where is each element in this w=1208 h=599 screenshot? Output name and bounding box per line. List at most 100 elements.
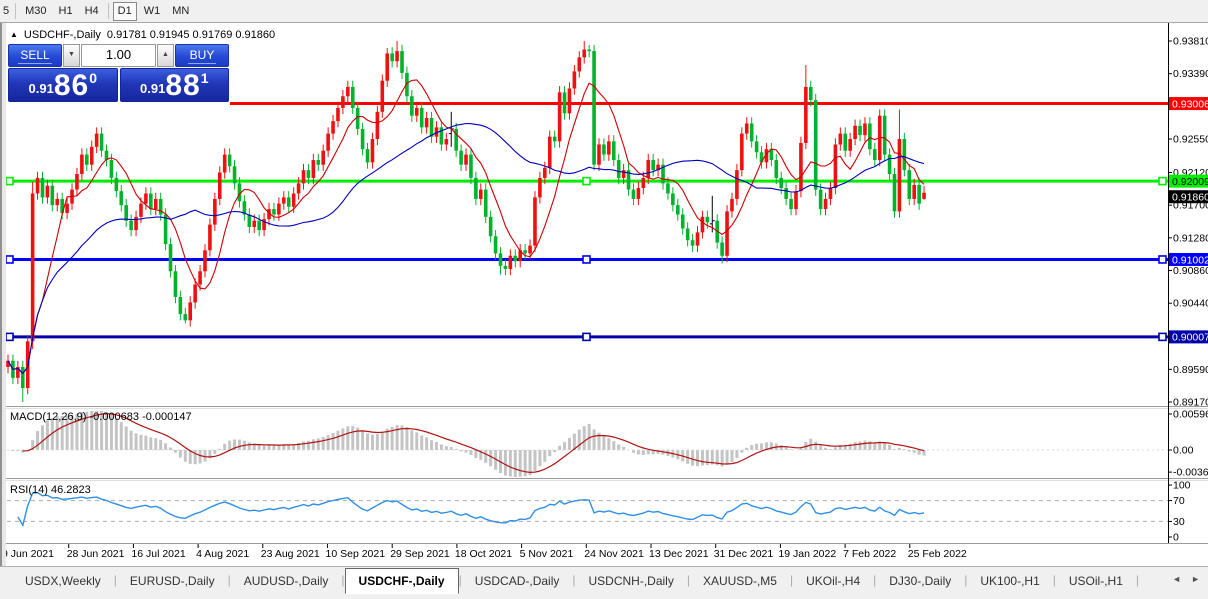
candle-body — [685, 228, 690, 241]
buy-price-display[interactable]: 0.91 88 1 — [119, 68, 229, 102]
tab-scroll-right-icon[interactable]: ► — [1191, 574, 1200, 584]
candle-body — [464, 154, 468, 165]
sell-button[interactable]: SELL — [8, 44, 62, 67]
candle-body — [483, 189, 488, 217]
timeframe-button-H4[interactable]: H4 — [80, 2, 104, 21]
candle-body — [562, 92, 567, 114]
candle-body — [818, 189, 823, 210]
line-handle[interactable] — [5, 255, 14, 264]
buy-button[interactable]: BUY — [175, 44, 229, 67]
level-badge-0.93006: 0.93006 — [1172, 98, 1208, 110]
chart-tab-eurusd-daily[interactable]: EURUSD-,Daily — [117, 569, 228, 593]
line-handle[interactable] — [5, 176, 14, 186]
candle-body — [331, 121, 335, 134]
candle-body — [917, 184, 921, 204]
rsi-indicator-label: RSI(14) 46.2823 — [10, 484, 91, 496]
chart-tab-usoil-h1[interactable]: USOil-,H1 — [1056, 569, 1136, 593]
chart-tab-xauusd-m5[interactable]: XAUUSD-,M5 — [690, 569, 790, 593]
candle-body — [808, 86, 813, 101]
candle-body — [479, 189, 483, 199]
chart-tab-ukoil-h4[interactable]: UKOil-,H4 — [793, 569, 873, 593]
candle-body — [543, 167, 547, 178]
price-tick-label: 0.90440 — [1173, 298, 1208, 310]
date-label: 19 Jan 2022 — [778, 548, 836, 560]
chart-tab-usdcad-daily[interactable]: USDCAD-,Daily — [462, 569, 573, 593]
candle-body — [513, 255, 518, 262]
price-tick-label: 0.89170 — [1173, 397, 1208, 409]
volume-increase-button[interactable]: ▲ — [157, 44, 174, 67]
timeframe-button-H1[interactable]: H1 — [54, 2, 78, 21]
level-badge-0.92009: 0.92009 — [1172, 176, 1208, 188]
price-tick-label: 0.93810 — [1173, 36, 1208, 48]
rsi-name: RSI(14) — [10, 484, 48, 496]
line-handle[interactable] — [1158, 332, 1167, 342]
candle-body — [538, 177, 542, 198]
candle-body — [336, 107, 340, 122]
candle-body — [843, 133, 848, 151]
candle-body — [666, 183, 670, 194]
collapse-icon[interactable]: ▲ — [10, 30, 18, 39]
date-label: 29 Sep 2021 — [390, 548, 450, 560]
chart-tab-uk100-h1[interactable]: UK100-,H1 — [967, 569, 1052, 593]
candle-body — [316, 160, 321, 165]
tab-scroll-left-icon[interactable]: ◄ — [1172, 574, 1181, 584]
candle-body — [429, 118, 434, 137]
date-label: 4 Aug 2021 — [196, 548, 249, 560]
candle-body — [853, 125, 857, 140]
candle-body — [346, 86, 350, 97]
line-handle[interactable] — [1158, 176, 1167, 186]
candle-body — [365, 149, 370, 163]
line-handle[interactable] — [5, 332, 14, 342]
candle-body — [395, 51, 399, 62]
price-chart[interactable]: 0.938100.933900.925500.921200.917000.912… — [0, 23, 1208, 599]
line-handle[interactable] — [582, 176, 591, 186]
date-label: 9 Jun 2021 — [2, 548, 54, 560]
candle-body — [272, 209, 276, 215]
macd-scale-label: -0.00366 — [1173, 467, 1208, 479]
candle-body — [291, 193, 296, 207]
candle-body — [173, 271, 178, 297]
candle-body — [109, 160, 114, 178]
candle-body — [153, 198, 158, 210]
volume-input[interactable]: 1.00 — [81, 44, 156, 67]
line-handle[interactable] — [582, 255, 591, 264]
price-tick-label: 0.90860 — [1173, 265, 1208, 277]
macd-scale-label: 0.005963 — [1173, 408, 1208, 420]
current-price-badge: 0.91860 — [1172, 192, 1208, 204]
chart-tab-usdcnh-daily[interactable]: USDCNH-,Daily — [576, 569, 687, 593]
date-label: 10 Sep 2021 — [326, 548, 386, 560]
candle-body — [833, 144, 838, 189]
candle-body — [474, 177, 478, 199]
volume-decrease-button[interactable]: ▼ — [63, 44, 80, 67]
date-label: 18 Oct 2021 — [455, 548, 512, 560]
timeframe-toolbar: 5 M30 H1 H4 D1 W1 MN — [0, 0, 1208, 23]
line-handle[interactable] — [1158, 255, 1167, 264]
candle-body — [75, 174, 79, 190]
date-label: 7 Feb 2022 — [843, 548, 896, 560]
candle-body — [813, 100, 818, 190]
timeframe-button-5[interactable]: 5 — [1, 2, 11, 21]
candle-body — [631, 189, 636, 199]
macd-indicator-label: MACD(12,26,9) -0.000683 -0.000147 — [10, 411, 192, 423]
chart-tab-usdchf-daily[interactable]: USDCHF-,Daily — [344, 568, 459, 594]
mt4-terminal: 5 M30 H1 H4 D1 W1 MN 0.93810 0.93390 0.92550 0.92… — [0, 0, 1208, 599]
chart-tab-usdx-weekly[interactable]: USDX,Weekly — [12, 569, 114, 593]
timeframe-button-MN[interactable]: MN — [167, 2, 194, 21]
chart-tab-audusd-daily[interactable]: AUDUSD-,Daily — [231, 569, 342, 593]
chart-tab-dj30-daily[interactable]: DJ30-,Daily — [876, 569, 964, 593]
candle-body — [286, 197, 291, 207]
candle-body — [400, 51, 404, 73]
candle-body — [129, 220, 133, 231]
sell-price-display[interactable]: 0.91 86 0 — [8, 68, 118, 102]
candle-body — [897, 139, 902, 212]
chart-window[interactable]: 0.93810 0.93390 0.92550 0.92120 0.91700 0.912… — [0, 23, 1208, 599]
timeframe-button-W1[interactable]: W1 — [139, 2, 166, 21]
timeframe-button-D1[interactable]: D1 — [112, 1, 137, 21]
candle-body — [607, 141, 611, 155]
candle-body — [193, 284, 197, 303]
candle-body — [35, 177, 40, 194]
timeframe-button-M30[interactable]: M30 — [20, 2, 51, 21]
line-handle[interactable] — [582, 332, 591, 342]
sell-button-label: SELL — [18, 48, 52, 64]
date-label: 13 Dec 2021 — [649, 548, 709, 560]
